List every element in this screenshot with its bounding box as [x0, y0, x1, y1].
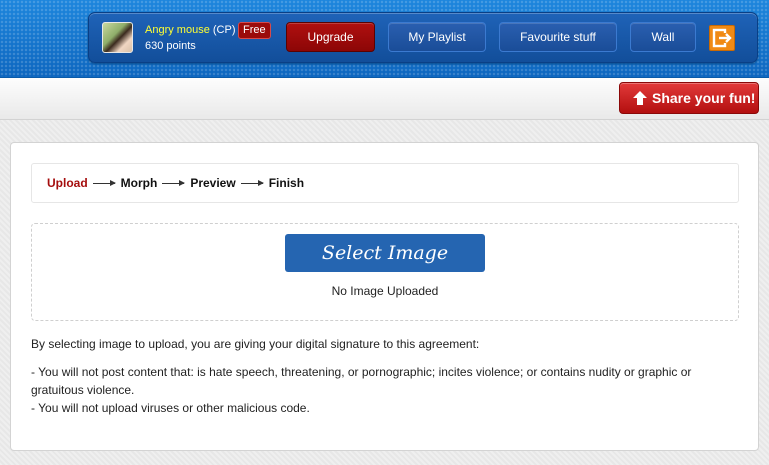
term-item: - You will not post content that: is hat…	[31, 365, 692, 397]
upload-card: Upload Morph Preview Finish Select Image No…	[10, 142, 759, 451]
plan-badge: Free	[238, 22, 271, 39]
wall-button[interactable]: Wall	[630, 22, 696, 52]
action-bar: Share your fun!	[0, 78, 769, 120]
my-playlist-button[interactable]: My Playlist	[388, 22, 486, 52]
step-preview: Preview	[190, 176, 236, 190]
agreement-terms: - You will not post content that: is hat…	[31, 363, 741, 417]
image-dropzone[interactable]: Select Image No Image Uploaded	[31, 223, 739, 321]
wizard-steps: Upload Morph Preview Finish	[31, 163, 739, 203]
term-item: - You will not upload viruses or other m…	[31, 401, 310, 415]
avatar[interactable]	[102, 22, 133, 53]
step-arrow-icon	[240, 180, 264, 187]
favourite-stuff-button[interactable]: Favourite stuff	[499, 22, 617, 52]
upload-arrow-icon	[633, 91, 647, 105]
username-text[interactable]: Angry mouse	[145, 24, 210, 36]
points-count: 630 points	[145, 40, 196, 52]
username[interactable]: Angry mouse (CP)	[145, 24, 235, 36]
top-header: Angry mouse (CP) Free 630 points Upgrade…	[0, 0, 769, 78]
select-image-button[interactable]: Select Image	[285, 234, 485, 272]
step-upload: Upload	[47, 176, 88, 190]
step-morph: Morph	[120, 176, 158, 190]
share-your-fun-button[interactable]: Share your fun!	[619, 82, 759, 114]
upload-status: No Image Uploaded	[331, 284, 439, 298]
share-label: Share your fun!	[652, 90, 756, 106]
user-panel: Angry mouse (CP) Free 630 points Upgrade…	[88, 12, 758, 63]
upgrade-button[interactable]: Upgrade	[286, 22, 375, 52]
logout-icon[interactable]	[709, 25, 735, 51]
role-tag: (CP)	[212, 24, 236, 36]
step-arrow-icon	[92, 180, 116, 187]
step-finish: Finish	[268, 176, 305, 190]
step-arrow-icon	[162, 180, 186, 187]
agreement-intro: By selecting image to upload, you are gi…	[31, 337, 480, 351]
